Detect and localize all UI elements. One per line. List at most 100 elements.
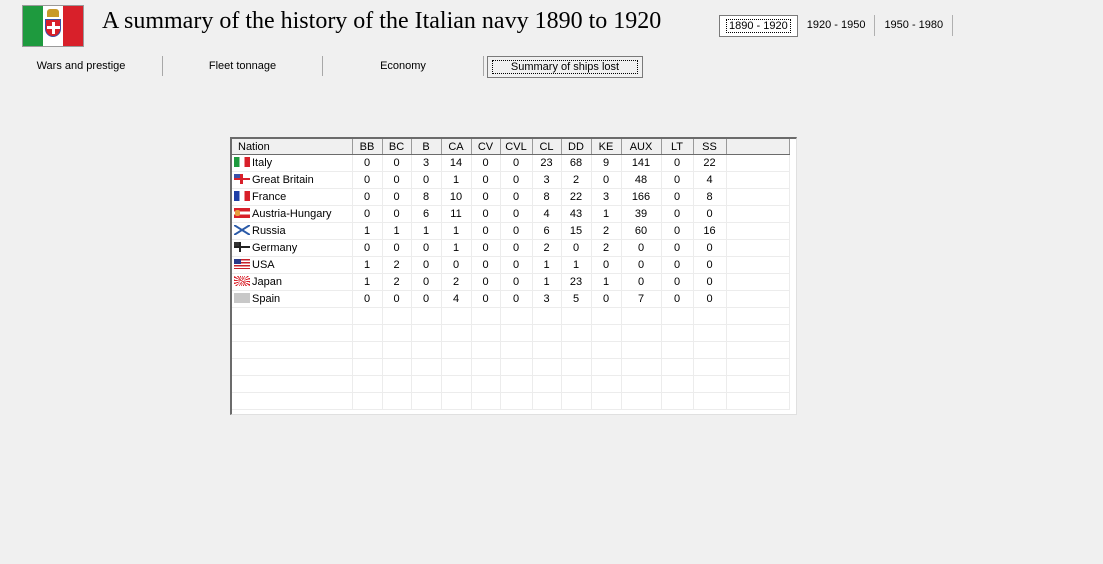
column-header-nation[interactable]: Nation <box>232 139 353 155</box>
page-title: A summary of the history of the Italian … <box>102 8 662 34</box>
tab-summary-of-ships-lost[interactable]: Summary of ships lost <box>487 56 643 78</box>
column-header-lt[interactable]: LT <box>661 139 694 155</box>
cell-cl: 2 <box>532 239 562 257</box>
column-header-dd[interactable]: DD <box>561 139 592 155</box>
column-header-aux[interactable]: AUX <box>621 139 662 155</box>
cell-cvl: 0 <box>500 222 533 240</box>
cell-lt: 0 <box>661 239 694 257</box>
empty-cell <box>561 375 592 393</box>
empty-cell <box>500 358 533 376</box>
tab-wars-and-prestige[interactable]: Wars and prestige <box>0 56 163 76</box>
empty-cell <box>532 324 562 342</box>
column-header-cv[interactable]: CV <box>471 139 501 155</box>
empty-cell <box>561 307 592 325</box>
empty-cell <box>352 307 383 325</box>
cell-cl: 1 <box>532 273 562 291</box>
empty-cell <box>232 358 353 376</box>
empty-cell <box>352 341 383 359</box>
usa-flag-icon <box>234 259 250 269</box>
cell-cl: 3 <box>532 290 562 308</box>
cell-bb: 0 <box>352 188 383 206</box>
empty-cell <box>693 307 727 325</box>
table-row[interactable]: Japan 1 2 0 2 0 0 1 23 1 0 0 0 <box>232 273 790 291</box>
cell-dd: 0 <box>561 239 592 257</box>
column-header-bb[interactable]: BB <box>352 139 383 155</box>
empty-cell <box>232 375 353 393</box>
empty-cell <box>726 375 790 393</box>
nation-name: Italy <box>252 157 273 169</box>
table-row[interactable]: Austria-Hungary 0 0 6 11 0 0 4 43 1 39 0 0 <box>232 205 790 223</box>
tab-fleet-tonnage[interactable]: Fleet tonnage <box>163 56 323 76</box>
cell-cv: 0 <box>471 239 501 257</box>
cell-ca: 11 <box>441 205 472 223</box>
column-header-b[interactable]: B <box>411 139 442 155</box>
table-row[interactable]: Italy 0 0 3 14 0 0 23 68 9 141 0 22 <box>232 154 790 172</box>
table-row[interactable]: Russia 1 1 1 1 0 0 6 15 2 60 0 16 <box>232 222 790 240</box>
cell-bc: 0 <box>382 188 412 206</box>
cell-lt: 0 <box>661 171 694 189</box>
table-row[interactable]: USA 1 2 0 0 0 0 1 1 0 0 0 0 <box>232 256 790 274</box>
gb-flag-icon <box>234 174 250 184</box>
cell-bb: 0 <box>352 239 383 257</box>
column-header-ca[interactable]: CA <box>441 139 472 155</box>
empty-cell <box>352 358 383 376</box>
cell-ss: 16 <box>693 222 727 240</box>
nation-name: USA <box>252 259 275 271</box>
nation-cell: Spain <box>232 290 353 308</box>
empty-cell <box>532 392 562 410</box>
cell-b: 1 <box>411 222 442 240</box>
era-tab-1950-1980[interactable]: 1950 - 1980 <box>875 15 954 36</box>
cell-cvl: 0 <box>500 205 533 223</box>
cell-lt: 0 <box>661 154 694 172</box>
empty-cell <box>411 358 442 376</box>
empty-cell <box>621 392 662 410</box>
cell-b: 0 <box>411 273 442 291</box>
empty-cell <box>621 307 662 325</box>
empty-cell <box>693 324 727 342</box>
column-header-ss[interactable]: SS <box>693 139 727 155</box>
cell-ca: 2 <box>441 273 472 291</box>
column-header-ke[interactable]: KE <box>591 139 622 155</box>
empty-cell <box>382 307 412 325</box>
cell-lt: 0 <box>661 290 694 308</box>
table-row[interactable]: Great Britain 0 0 0 1 0 0 3 2 0 48 0 4 <box>232 171 790 189</box>
table-row[interactable]: Germany 0 0 0 1 0 0 2 0 2 0 0 0 <box>232 239 790 257</box>
ships-lost-table: Nation BB BC B CA CV CVL CL DD KE AUX LT SS Italy 0 0 3… <box>232 139 790 410</box>
era-tab-1890-1920[interactable]: 1890 - 1920 <box>719 15 798 37</box>
filler-cell <box>726 256 790 274</box>
era-tab-1920-1950[interactable]: 1920 - 1950 <box>798 15 876 36</box>
empty-cell <box>591 307 622 325</box>
cell-cv: 0 <box>471 171 501 189</box>
nation-name: Spain <box>252 293 281 305</box>
cell-ca: 1 <box>441 171 472 189</box>
empty-cell <box>500 324 533 342</box>
column-header-bc[interactable]: BC <box>382 139 412 155</box>
filler-cell <box>726 239 790 257</box>
cell-cv: 0 <box>471 154 501 172</box>
empty-cell <box>591 392 622 410</box>
empty-cell <box>693 375 727 393</box>
tab-economy[interactable]: Economy <box>323 56 484 76</box>
cell-bc: 2 <box>382 273 412 291</box>
empty-cell <box>532 307 562 325</box>
table-row[interactable]: Spain 0 0 0 4 0 0 3 5 0 7 0 0 <box>232 290 790 308</box>
filler-cell <box>726 171 790 189</box>
filler-cell <box>726 222 790 240</box>
cell-ke: 2 <box>591 239 622 257</box>
nation-cell: Great Britain <box>232 171 353 189</box>
cell-bc: 0 <box>382 290 412 308</box>
cell-dd: 68 <box>561 154 592 172</box>
empty-cell <box>411 392 442 410</box>
empty-row <box>232 358 790 376</box>
cell-bb: 0 <box>352 205 383 223</box>
column-header-cl[interactable]: CL <box>532 139 562 155</box>
cell-aux: 60 <box>621 222 662 240</box>
empty-cell <box>591 375 622 393</box>
table-row[interactable]: France 0 0 8 10 0 0 8 22 3 166 0 8 <box>232 188 790 206</box>
empty-cell <box>661 341 694 359</box>
column-header-cvl[interactable]: CVL <box>500 139 533 155</box>
empty-cell <box>561 341 592 359</box>
empty-cell <box>591 358 622 376</box>
ships-lost-grid[interactable]: Nation BB BC B CA CV CVL CL DD KE AUX LT SS Italy 0 0 3… <box>230 137 797 415</box>
empty-cell <box>411 341 442 359</box>
